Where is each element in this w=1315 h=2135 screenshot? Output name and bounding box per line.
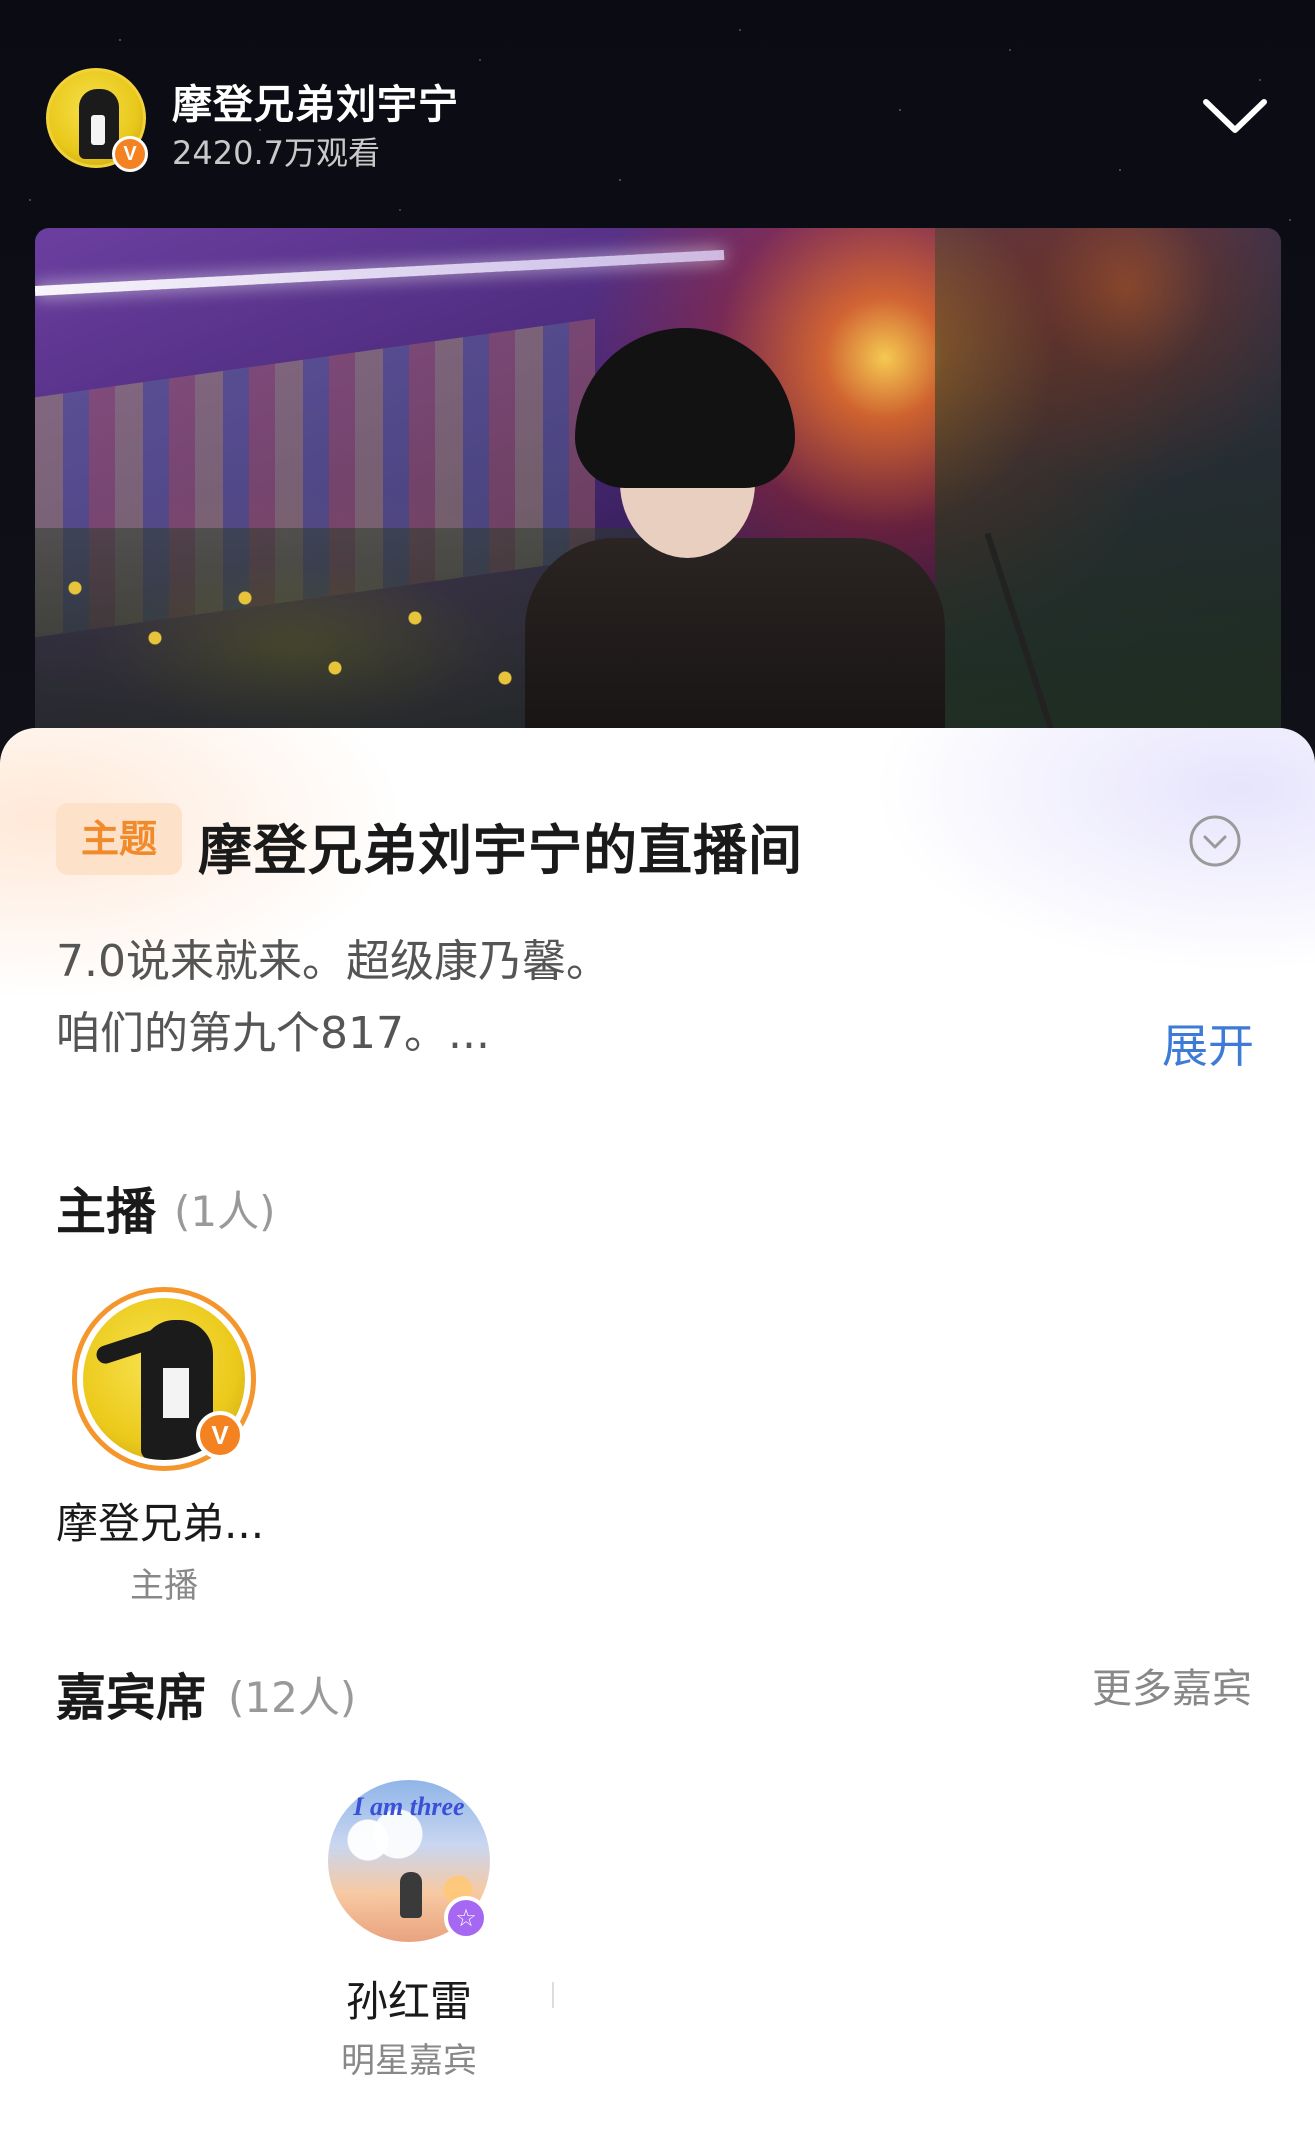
guest-divider — [552, 1982, 554, 2008]
guests-section-title: 嘉宾席 — [56, 1669, 206, 1727]
chevron-circle-svg — [1189, 815, 1241, 867]
star-badge-icon: ☆ — [444, 1896, 488, 1940]
room-title: 摩登兄弟刘宇宁的直播间 — [198, 819, 803, 882]
video-singer-body — [525, 538, 945, 748]
guest-avatar-figure — [400, 1872, 422, 1918]
video-singer-hat — [575, 328, 795, 488]
chevron-down-circle-icon[interactable] — [1188, 814, 1242, 868]
chevron-down-svg — [1203, 99, 1267, 133]
video-light-bar — [35, 249, 725, 296]
host-card-name[interactable]: 摩登兄弟... — [56, 1490, 276, 1551]
live-video-player[interactable] — [35, 228, 1281, 748]
live-header: V 摩登兄弟刘宇宁 2420.7万观看 — [0, 0, 1315, 225]
verified-badge-icon: V — [112, 136, 148, 172]
avatar-shirt — [163, 1368, 189, 1418]
avatar-shirt — [91, 115, 105, 145]
more-guests-link[interactable]: 更多嘉宾 — [1092, 1656, 1252, 1714]
topic-tag: 主题 — [56, 803, 182, 875]
expand-description-link[interactable]: 展开 — [1162, 1010, 1254, 1076]
guest-avatar-text: I am three — [353, 1792, 465, 1821]
verified-badge-icon: V — [196, 1411, 244, 1459]
video-bg-vines — [935, 228, 1281, 748]
guests-count: (12人) — [228, 1673, 357, 1722]
description-line-2: 咱们的第九个817。... — [56, 1008, 490, 1059]
guest-role: 明星嘉宾 — [341, 2041, 477, 2081]
guest-name[interactable]: 孙红雷 — [300, 1968, 518, 2029]
hosts-count: (1人) — [174, 1187, 276, 1236]
host-name[interactable]: 摩登兄弟刘宇宁 — [172, 72, 459, 130]
live-info-sheet: 主题 摩登兄弟刘宇宁的直播间 7.0说来就来。超级康乃馨。 咱们的第九个817。… — [0, 728, 1315, 2135]
room-description: 7.0说来就来。超级康乃馨。 咱们的第九个817。... — [56, 926, 610, 1070]
description-line-1: 7.0说来就来。超级康乃馨。 — [56, 936, 610, 987]
view-count: 2420.7万观看 — [172, 134, 380, 172]
host-card-role: 主播 — [130, 1566, 198, 1606]
hosts-section-title: 主播 — [56, 1183, 156, 1241]
chevron-down-icon[interactable] — [1200, 92, 1270, 142]
